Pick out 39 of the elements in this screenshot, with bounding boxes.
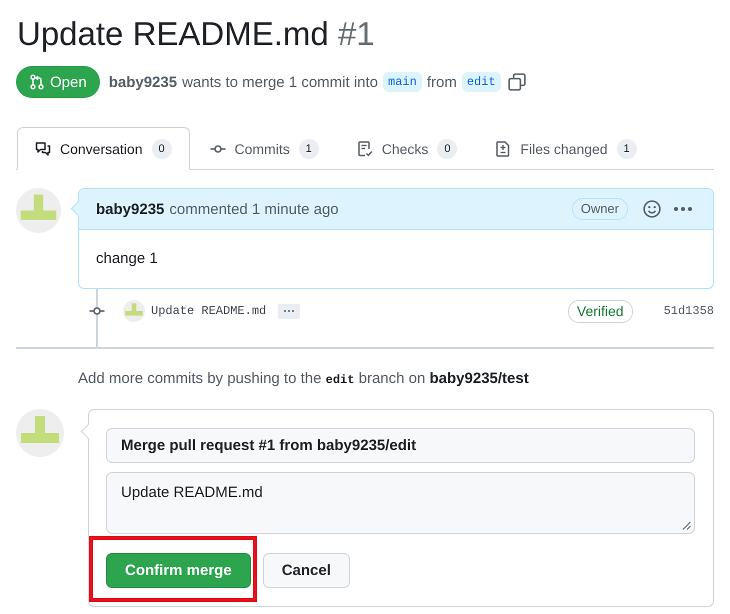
tab-counter: 0 — [437, 138, 458, 158]
commit-title-field[interactable]: Merge pull request #1 from baby9235/edit — [106, 428, 695, 463]
tab[interactable]: Checks 0 — [338, 127, 476, 170]
avatar-icon — [16, 188, 61, 233]
pull-request-icon — [29, 74, 45, 90]
checklist-icon — [356, 140, 373, 156]
tab[interactable]: Conversation 0 — [17, 127, 190, 170]
resize-grip-icon[interactable] — [682, 521, 691, 530]
comment-time-text: commented 1 minute ago — [169, 200, 339, 218]
avatar-icon — [16, 409, 64, 457]
comment-text: change 1 — [95, 249, 159, 269]
tab-counter: 1 — [616, 138, 637, 158]
owner-badge: Owner — [572, 198, 628, 220]
verified-badge[interactable]: Verified — [568, 300, 633, 322]
base-branch-label[interactable]: main — [383, 72, 422, 92]
tab[interactable]: Commits 1 — [192, 127, 337, 170]
merge-summary-text: wants to merge 1 commit into — [182, 74, 378, 90]
tab[interactable]: Files changed 1 — [477, 127, 655, 170]
copy-icon[interactable] — [508, 73, 526, 91]
comment-author-link[interactable]: baby9235 — [96, 200, 164, 218]
smiley-icon[interactable] — [643, 200, 661, 218]
pr-number: #1 — [338, 15, 375, 52]
tab-counter: 0 — [152, 138, 172, 158]
commit-message-link[interactable]: Update README.md — [151, 304, 266, 318]
author-link[interactable]: baby9235 — [108, 74, 178, 90]
expand-button[interactable] — [278, 304, 300, 318]
from-text: from — [426, 74, 457, 90]
hint-text: Add more commits by pushing to the edit branch on baby9235/test — [78, 369, 530, 389]
head-branch-label[interactable]: edit — [462, 72, 501, 92]
file-diff-icon — [495, 140, 512, 156]
commit-message-field[interactable]: Update README.md — [106, 472, 695, 534]
tab-counter: 1 — [298, 138, 319, 158]
status-label: Open — [50, 74, 87, 90]
pr-title: Update README.md — [17, 15, 329, 52]
cancel-button[interactable]: Cancel — [262, 553, 350, 588]
kebab-menu-icon[interactable] — [673, 206, 693, 212]
avatar-icon — [123, 300, 145, 322]
comments-icon — [35, 140, 51, 156]
commit-sha-link[interactable]: 51d1358 — [664, 304, 714, 318]
